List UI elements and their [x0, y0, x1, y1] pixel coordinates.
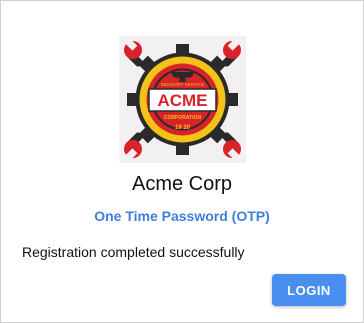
otp-title: One Time Password (OTP) [94, 208, 270, 224]
acme-corp-logo: ACME INDUSTRY SERVICE CORPORATION 19 20 [119, 36, 246, 163]
logo-top-text: INDUSTRY SERVICE [161, 82, 205, 87]
logo-main-text: ACME [157, 91, 207, 110]
acme-logo-icon: ACME INDUSTRY SERVICE CORPORATION 19 20 [124, 38, 241, 161]
organization-name: Acme Corp [131, 173, 233, 195]
logo-year-text: 19 20 [175, 125, 191, 131]
status-message: Registration completed successfully [22, 244, 245, 260]
logo-bottom-text: CORPORATION [164, 115, 202, 121]
login-button[interactable]: LOGIN [272, 274, 346, 306]
otp-card: ACME INDUSTRY SERVICE CORPORATION 19 20 … [0, 0, 364, 323]
